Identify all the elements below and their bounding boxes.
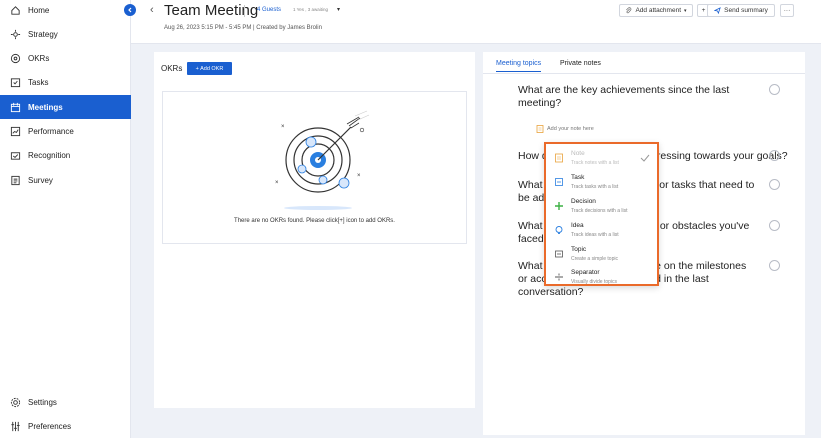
target-illustration: × × × bbox=[275, 110, 370, 210]
sidebar-item-okrs[interactable]: OKRs bbox=[0, 46, 131, 70]
add-attachment-label: Add attachment bbox=[635, 7, 681, 14]
add-okr-button[interactable]: + Add OKR bbox=[187, 62, 232, 75]
sidebar-item-label: Tasks bbox=[28, 77, 49, 87]
menu-item-subtitle: Track decisions with a list bbox=[571, 208, 628, 214]
performance-icon bbox=[9, 125, 21, 137]
sidebar-item-label: Settings bbox=[28, 397, 57, 407]
menu-item-title: Separator bbox=[571, 269, 600, 276]
menu-item-decision[interactable]: Decision Track decisions with a list bbox=[554, 198, 654, 220]
topic-complete-toggle[interactable] bbox=[769, 179, 780, 190]
menu-item-title: Task bbox=[571, 174, 585, 181]
menu-item-title: Note bbox=[571, 150, 585, 157]
check-icon bbox=[640, 154, 650, 162]
sidebar-item-performance[interactable]: Performance bbox=[0, 119, 131, 143]
sidebar-item-meetings[interactable]: Meetings bbox=[0, 95, 131, 119]
sidebar-item-tasks[interactable]: Tasks bbox=[0, 70, 131, 94]
sidebar-item-label: Home bbox=[28, 5, 50, 15]
svg-text:×: × bbox=[275, 180, 279, 186]
tab-meeting-topics[interactable]: Meeting topics bbox=[496, 60, 542, 72]
svg-text:×: × bbox=[357, 173, 361, 179]
decision-icon bbox=[555, 202, 563, 210]
okr-panel: OKRs + Add OKR × × × There are no OKRs f… bbox=[154, 52, 475, 408]
paperclip-icon bbox=[626, 7, 632, 14]
menu-item-title: Decision bbox=[571, 198, 596, 205]
sliders-icon bbox=[9, 420, 21, 432]
add-attachment-button[interactable]: Add attachment ▾ bbox=[619, 4, 693, 17]
menu-item-note[interactable]: Note Track notes with a list bbox=[554, 150, 654, 172]
sidebar-item-preferences[interactable]: Preferences bbox=[0, 414, 131, 438]
add-note-label: Add your note here bbox=[547, 126, 594, 132]
tab-private-notes[interactable]: Private notes bbox=[560, 60, 601, 67]
sidebar-collapse-button[interactable] bbox=[124, 4, 136, 16]
idea-icon bbox=[555, 226, 563, 234]
topic-icon bbox=[555, 250, 563, 258]
title-divider bbox=[244, 5, 245, 17]
add-note-hint[interactable]: Add your note here bbox=[536, 125, 594, 133]
sidebar-item-label: OKRs bbox=[28, 53, 50, 63]
sidebar-item-label: Performance bbox=[28, 126, 74, 136]
sidebar-item-survey[interactable]: Survey bbox=[0, 168, 131, 192]
menu-item-title: Topic bbox=[571, 246, 587, 253]
topic-complete-toggle[interactable] bbox=[769, 220, 780, 231]
sidebar-item-label: Strategy bbox=[28, 29, 58, 39]
menu-item-separator[interactable]: Separator Visually divide topics bbox=[554, 269, 654, 285]
meeting-header: ‹ Team Meeting 4 Guests 1 Yes , 3 awaiti… bbox=[131, 0, 821, 44]
svg-text:×: × bbox=[281, 124, 285, 130]
recognition-icon bbox=[9, 149, 21, 161]
topic-complete-toggle[interactable] bbox=[769, 84, 780, 95]
more-options-button[interactable]: ··· bbox=[780, 4, 794, 17]
menu-item-subtitle: Visually divide topics bbox=[571, 279, 618, 285]
task-icon bbox=[555, 178, 563, 186]
menu-item-subtitle: Track tasks with a list bbox=[571, 184, 619, 190]
sidebar-item-settings[interactable]: Settings bbox=[0, 390, 131, 414]
back-button[interactable]: ‹ bbox=[150, 4, 154, 16]
menu-item-idea[interactable]: Idea Track ideas with a list bbox=[554, 222, 654, 244]
menu-item-title: Idea bbox=[571, 222, 584, 229]
sidebar: Home Strategy OKRs Tasks Meetings Perfor… bbox=[0, 0, 131, 438]
guests-dropdown-toggle[interactable]: ▾ bbox=[337, 6, 340, 13]
sidebar-item-label: Survey bbox=[28, 175, 53, 185]
topic-complete-toggle[interactable] bbox=[769, 150, 780, 161]
meeting-subtitle: Aug 26, 2023 5:15 PM - 5:45 PM | Created… bbox=[164, 25, 322, 31]
menu-item-task[interactable]: Task Track tasks with a list bbox=[554, 174, 654, 196]
chevron-down-icon: ▾ bbox=[684, 7, 687, 14]
menu-item-subtitle: Track notes with a list bbox=[571, 160, 619, 166]
sidebar-item-recognition[interactable]: Recognition bbox=[0, 143, 131, 167]
sidebar-item-home[interactable]: Home bbox=[0, 0, 131, 22]
separator-icon bbox=[555, 273, 563, 281]
okr-section-title: OKRs bbox=[161, 64, 183, 73]
home-icon bbox=[9, 4, 21, 16]
target-icon bbox=[9, 52, 21, 64]
sidebar-item-strategy[interactable]: Strategy bbox=[0, 22, 131, 46]
menu-item-subtitle: Track ideas with a list bbox=[571, 232, 619, 238]
note-icon bbox=[536, 125, 544, 133]
sidebar-item-label: Recognition bbox=[28, 150, 71, 160]
sidebar-item-label: Meetings bbox=[28, 102, 63, 112]
no-okr-message: There are no OKRs found. Please click[+]… bbox=[234, 218, 395, 224]
send-summary-label: Send summary bbox=[724, 7, 768, 14]
okr-empty-state: × × × There are no OKRs found. Please cl… bbox=[162, 91, 467, 244]
send-icon bbox=[714, 7, 721, 14]
guest-status: 1 Yes , 3 awaiting bbox=[293, 7, 329, 12]
strategy-icon bbox=[9, 28, 21, 40]
guests-link[interactable]: 4 Guests bbox=[257, 7, 281, 13]
add-item-menu: Note Track notes with a list Task Track … bbox=[544, 142, 659, 286]
menu-item-topic[interactable]: Topic Create a simple topic bbox=[554, 246, 654, 268]
note-icon bbox=[555, 153, 563, 163]
topic-complete-toggle[interactable] bbox=[769, 260, 780, 271]
chevron-left-icon bbox=[128, 7, 132, 13]
calendar-icon bbox=[9, 101, 21, 113]
topic-item[interactable]: What are the key achievements since the … bbox=[518, 84, 758, 110]
sidebar-item-label: Preferences bbox=[28, 421, 72, 431]
tasks-icon bbox=[9, 76, 21, 88]
gear-icon bbox=[9, 396, 21, 408]
menu-item-subtitle: Create a simple topic bbox=[571, 256, 618, 262]
send-summary-button[interactable]: Send summary bbox=[707, 4, 775, 17]
tab-divider bbox=[483, 73, 805, 74]
survey-icon bbox=[9, 174, 21, 186]
